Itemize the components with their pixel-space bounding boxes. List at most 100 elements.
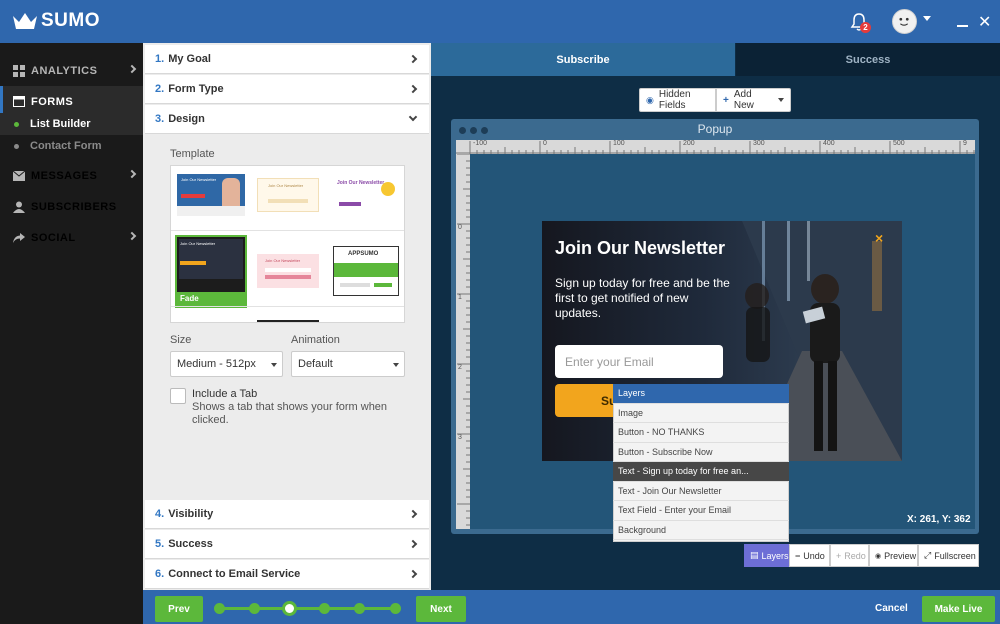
progress-step[interactable] xyxy=(390,603,401,614)
close-icon[interactable]: × xyxy=(875,230,883,246)
thumb-text: Join Our Newsletter xyxy=(181,177,217,182)
ruler-label: 0 xyxy=(543,140,547,147)
sidebar-item-analytics[interactable]: ANALYTICS xyxy=(0,55,143,86)
email-field[interactable]: Enter your Email xyxy=(555,345,723,378)
layer-item-selected[interactable]: Text - Sign up today for free an... xyxy=(613,462,789,482)
redo-button[interactable]: + Redo xyxy=(830,544,869,567)
newsletter-body[interactable]: Sign up today for free and be the first … xyxy=(555,276,730,321)
template-thumb[interactable]: Join Our Newsletter xyxy=(333,176,399,214)
prev-button[interactable]: Prev xyxy=(155,596,203,622)
layers-button[interactable]: ▤ Layers xyxy=(744,544,789,567)
step-label: Form Type xyxy=(168,83,224,95)
progress-step[interactable] xyxy=(354,603,365,614)
thumb-text: Join Our Newsletter xyxy=(268,183,304,188)
layer-item[interactable]: Image xyxy=(613,404,789,423)
progress-step[interactable] xyxy=(214,603,225,614)
next-button[interactable]: Next xyxy=(416,596,466,622)
step-form-type[interactable]: 2. Form Type xyxy=(145,75,429,104)
layer-item[interactable]: Button - Subscribe Now xyxy=(613,443,789,462)
add-new-button[interactable]: + Add New xyxy=(716,88,791,112)
include-tab-checkbox[interactable] xyxy=(170,388,186,404)
step-number: 1. xyxy=(155,53,165,65)
template-thumb[interactable]: Join Our Newsletter xyxy=(257,178,319,212)
template-selected-label: Fade xyxy=(177,292,245,306)
ruler-label: 300 xyxy=(753,140,765,147)
template-thumb[interactable]: Join Our Newsletter xyxy=(177,174,245,216)
make-live-button[interactable]: Make Live xyxy=(922,596,995,622)
fullscreen-button[interactable]: ⤢ Fullscreen xyxy=(918,544,979,567)
step-label: Success xyxy=(168,538,213,550)
redo-icon: + xyxy=(836,550,842,561)
step-label: Connect to Email Service xyxy=(168,568,301,580)
size-select[interactable]: Medium - 512px xyxy=(170,351,283,377)
template-thumb[interactable]: APPSUMO xyxy=(333,246,399,296)
close-icon[interactable]: ✕ xyxy=(978,15,991,31)
chevron-right-icon xyxy=(408,84,418,94)
progress-step[interactable] xyxy=(319,603,330,614)
chevron-right-icon xyxy=(408,569,418,579)
window-icon xyxy=(12,95,25,108)
size-select-value: Medium - 512px xyxy=(177,358,256,370)
sidebar-subitem-contact-form[interactable]: Contact Form xyxy=(0,135,143,157)
preview-button[interactable]: ◉ Preview xyxy=(869,544,918,567)
chevron-right-icon xyxy=(127,231,137,241)
hidden-fields-button[interactable]: ◉ Hidden Fields xyxy=(639,88,716,112)
layers-menu-header: Layers xyxy=(613,384,789,404)
chevron-right-icon xyxy=(408,54,418,64)
sidebar-item-label: ANALYTICS xyxy=(31,64,98,77)
layer-item[interactable]: Background xyxy=(613,521,789,540)
preview-label: Preview xyxy=(884,550,917,561)
step-connect-email[interactable]: 6. Connect to Email Service xyxy=(145,560,429,589)
ruler-label: 500 xyxy=(893,140,905,147)
sidebar-item-label: FORMS xyxy=(31,95,74,108)
sidebar-item-messages[interactable]: MESSAGES xyxy=(0,160,143,191)
progress-step-current[interactable] xyxy=(282,601,297,616)
template-gallery[interactable]: Join Our Newsletter Join Our Newsletter … xyxy=(170,165,405,323)
crown-icon xyxy=(13,13,37,29)
notification-badge: 2 xyxy=(860,22,871,33)
sidebar-subitem-list-builder[interactable]: List Builder xyxy=(0,113,143,135)
ruler-label: 2 xyxy=(458,364,462,371)
template-thumb[interactable]: Join Our Newsletter xyxy=(257,254,319,288)
minimize-icon[interactable] xyxy=(957,25,968,27)
step-label: My Goal xyxy=(168,53,211,65)
layer-item[interactable]: Text Field - Enter your Email xyxy=(613,501,789,521)
step-visibility[interactable]: 4. Visibility xyxy=(145,500,429,529)
include-tab-desc: Shows a tab that shows your form when cl… xyxy=(192,401,388,426)
animation-select[interactable]: Default xyxy=(291,351,405,377)
vertical-ruler: 0 1 2 3 xyxy=(456,154,470,529)
eye-icon: ◉ xyxy=(646,94,654,105)
progress-step[interactable] xyxy=(249,603,260,614)
step-number: 4. xyxy=(155,508,165,520)
tab-success[interactable]: Success xyxy=(736,43,1000,76)
step-label: Design xyxy=(168,113,205,125)
layer-item[interactable]: Button - NO THANKS xyxy=(613,423,789,443)
share-icon xyxy=(12,231,25,244)
divider xyxy=(171,306,404,307)
step-my-goal[interactable]: 1. My Goal xyxy=(145,45,429,74)
ruler-label: 0 xyxy=(458,224,462,231)
ruler-label: 200 xyxy=(683,140,695,147)
cursor-coordinates: X: 261, Y: 362 xyxy=(907,514,971,525)
user-icon xyxy=(12,200,25,213)
newsletter-title[interactable]: Join Our Newsletter xyxy=(555,238,725,259)
step-number: 6. xyxy=(155,568,165,580)
template-thumb-selected[interactable]: Join Our Newsletter Fade xyxy=(175,235,247,308)
ruler-label: 9 xyxy=(963,140,967,147)
layers-button-label: Layers xyxy=(761,550,789,561)
chevron-down-icon[interactable] xyxy=(923,16,931,21)
tab-subscribe[interactable]: Subscribe xyxy=(431,43,735,76)
sidebar-item-subscribers[interactable]: SUBSCRIBERS xyxy=(0,191,143,222)
animation-select-value: Default xyxy=(298,358,333,370)
undo-button[interactable]: − Undo xyxy=(789,544,830,567)
ruler-label: 100 xyxy=(613,140,625,147)
sidebar-item-social[interactable]: SOCIAL xyxy=(0,222,143,253)
step-success[interactable]: 5. Success xyxy=(145,530,429,559)
layer-item[interactable]: Text - Join Our Newsletter xyxy=(613,482,789,501)
cancel-button[interactable]: Cancel xyxy=(875,603,908,614)
thumb-text: Join Our Newsletter xyxy=(265,258,301,263)
sumo-logo[interactable]: SUMO xyxy=(11,10,100,32)
avatar[interactable] xyxy=(892,9,917,34)
ruler-label: 400 xyxy=(823,140,835,147)
step-design[interactable]: 3. Design xyxy=(145,105,429,134)
